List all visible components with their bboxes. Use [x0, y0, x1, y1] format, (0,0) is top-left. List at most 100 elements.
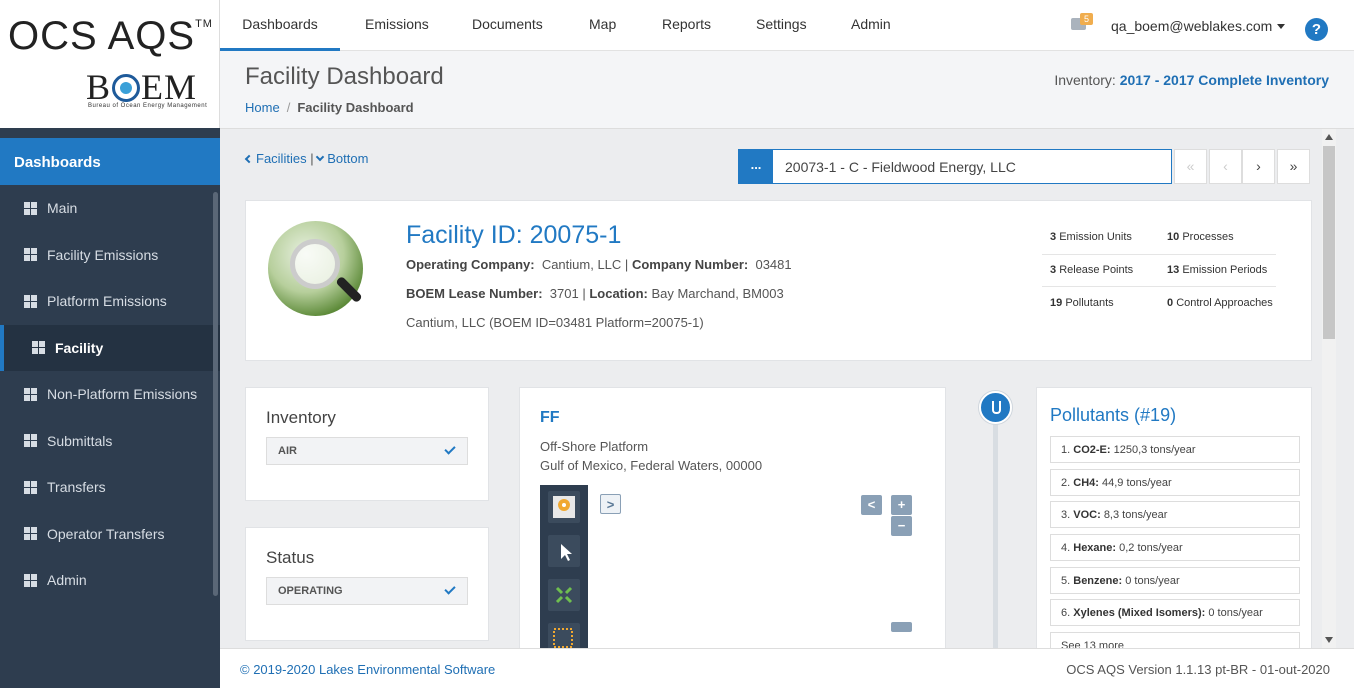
sidebar-item-submittals[interactable]: Submittals	[0, 418, 220, 465]
stat-emission-units[interactable]: 3 Emission Units	[1042, 231, 1159, 243]
scroll-down-arrow-icon[interactable]	[1325, 637, 1333, 643]
scrollbar-thumb[interactable]	[1323, 146, 1335, 339]
inventory-air-option[interactable]: AIR	[266, 437, 468, 465]
status-title: Status	[266, 548, 315, 567]
pollutant-item[interactable]: 2. CH4: 44,9 tons/year	[1050, 469, 1300, 496]
pollutant-item[interactable]: 5. Benzene: 0 tons/year	[1050, 567, 1300, 594]
platform-location: Gulf of Mexico, Federal Waters, 00000	[540, 458, 763, 473]
breadcrumb-current: Facility Dashboard	[297, 100, 414, 115]
pollutant-item[interactable]: 3. VOC: 8,3 tons/year	[1050, 501, 1300, 528]
sidebar: Dashboards Main Facility Emissions Platf…	[0, 128, 220, 688]
facility-description: Cantium, LLC (BOEM ID=03481 Platform=200…	[406, 315, 704, 330]
logo-ocs-aqs: OCS AQSTM	[8, 14, 213, 58]
pollutant-item[interactable]: 4. Hexane: 0,2 tons/year	[1050, 534, 1300, 561]
tab-map[interactable]: Map	[589, 0, 616, 51]
stat-release-points[interactable]: 3 Release Points	[1042, 264, 1159, 276]
inventory-indicator: Inventory: 2017 - 2017 Complete Inventor…	[1054, 72, 1329, 88]
facility-stats: 3 Emission Units 10 Processes 3 Release …	[1042, 221, 1276, 319]
caret-down-icon	[1277, 24, 1286, 29]
sidebar-header[interactable]: Dashboards	[0, 138, 220, 185]
sidebar-item-facility-emissions[interactable]: Facility Emissions	[0, 232, 220, 279]
logo: OCS AQSTM B EM Bureau of Ocean Energy Man…	[0, 0, 220, 128]
inventory-link[interactable]: 2017 - 2017 Complete Inventory	[1120, 72, 1329, 88]
bottom-link[interactable]: Bottom	[315, 151, 368, 166]
pollutant-item[interactable]: 1. CO2-E: 1250,3 tons/year	[1050, 436, 1300, 463]
previous-page-button[interactable]: ‹	[1209, 149, 1242, 184]
platform-name[interactable]: FF	[540, 409, 560, 427]
see-more-pollutants[interactable]: See 13 more	[1050, 632, 1300, 648]
scroll-up-arrow-icon[interactable]	[1325, 134, 1333, 140]
inventory-card: Inventory AIR	[245, 387, 489, 501]
help-icon[interactable]: ?	[1305, 18, 1328, 41]
timeline-line	[993, 424, 998, 648]
logo-subtitle: Bureau of Ocean Energy Management	[88, 103, 208, 109]
tab-dashboards[interactable]: Dashboards	[220, 0, 340, 51]
grid-icon	[32, 341, 45, 355]
last-page-button[interactable]: »	[1277, 149, 1310, 184]
tab-reports[interactable]: Reports	[662, 0, 711, 51]
tab-emissions[interactable]: Emissions	[365, 0, 429, 51]
pointer-select-icon[interactable]	[548, 535, 580, 567]
grid-icon	[24, 527, 37, 541]
chevron-down-icon	[315, 152, 325, 162]
grid-icon	[24, 248, 37, 262]
logo-boem: B EM	[86, 67, 198, 107]
chevron-left-icon	[244, 154, 254, 164]
sidebar-item-transfers[interactable]: Transfers	[0, 464, 220, 511]
operating-company-row: Operating Company: Cantium, LLC | Compan…	[406, 257, 792, 272]
breadcrumb: Home / Facility Dashboard	[245, 100, 414, 115]
tab-admin[interactable]: Admin	[851, 0, 891, 51]
back-links: Facilities | Bottom	[244, 151, 368, 166]
status-card: Status OPERATING	[245, 527, 489, 641]
flask-icon[interactable]	[979, 391, 1012, 424]
top-navigation: Dashboards Emissions Documents Map Repor…	[220, 0, 1354, 51]
tab-settings[interactable]: Settings	[756, 0, 807, 51]
content-scrollbar[interactable]	[1322, 129, 1336, 648]
status-operating-option[interactable]: OPERATING	[266, 577, 468, 605]
stat-processes[interactable]: 10 Processes	[1159, 231, 1276, 243]
page-header: Facility Dashboard Home / Facility Dashboa…	[220, 51, 1354, 129]
next-page-button[interactable]: ›	[1242, 149, 1275, 184]
facilities-link[interactable]: Facilities	[244, 151, 307, 166]
sidebar-item-main[interactable]: Main	[0, 185, 220, 232]
grid-icon	[24, 480, 37, 494]
zoom-in-button[interactable]: +	[891, 495, 912, 515]
select-area-icon[interactable]	[548, 623, 580, 648]
platform-type: Off-Shore Platform	[540, 439, 649, 454]
zoom-out-button[interactable]: −	[891, 516, 912, 536]
grid-icon	[24, 294, 37, 308]
sidebar-item-operator-transfers[interactable]: Operator Transfers	[0, 511, 220, 558]
first-page-button[interactable]: «	[1174, 149, 1207, 184]
stat-emission-periods[interactable]: 13 Emission Periods	[1159, 264, 1276, 276]
facility-selector[interactable]: ... 20073-1 - C - Fieldwood Energy, LLC	[738, 149, 1172, 184]
stat-control-approaches[interactable]: 0 Control Approaches	[1159, 297, 1276, 309]
tab-documents[interactable]: Documents	[472, 0, 543, 51]
expand-panel-button[interactable]: >	[600, 494, 621, 514]
collapse-panel-button[interactable]: <	[861, 495, 882, 515]
main-content: Facilities | Bottom ... 20073-1 - C - Fi…	[220, 129, 1354, 648]
version-info: OCS AQS Version 1.1.13 pt-BR - 01-out-20…	[1066, 662, 1330, 677]
map-scale-handle[interactable]	[891, 622, 912, 632]
facility-selector-value: 20073-1 - C - Fieldwood Energy, LLC	[785, 159, 1016, 175]
pollutants-title: Pollutants (#19)	[1050, 405, 1177, 425]
facility-picker-button[interactable]: ...	[739, 150, 773, 183]
sidebar-item-non-platform-emissions[interactable]: Non-Platform Emissions	[0, 371, 220, 418]
sidebar-scrollbar[interactable]	[213, 192, 218, 596]
sidebar-item-platform-emissions[interactable]: Platform Emissions	[0, 278, 220, 325]
grid-icon	[24, 387, 37, 401]
lease-row: BOEM Lease Number: 3701 | Location: Bay …	[406, 286, 784, 301]
map-toolbar	[540, 485, 588, 648]
sidebar-item-admin[interactable]: Admin	[0, 557, 220, 604]
footer: © 2019-2020 Lakes Environmental Software…	[220, 648, 1354, 688]
user-menu[interactable]: qa_boem@weblakes.com	[1111, 18, 1286, 34]
sidebar-item-facility[interactable]: Facility	[0, 324, 220, 371]
stat-pollutants[interactable]: 19 Pollutants	[1042, 297, 1159, 309]
facility-summary-card: Facility ID: 20075-1 Operating Company: …	[245, 200, 1312, 361]
page-title: Facility Dashboard	[245, 63, 444, 90]
map-marker-icon[interactable]	[548, 491, 580, 523]
fit-extent-icon[interactable]	[548, 579, 580, 611]
check-icon	[444, 443, 456, 455]
copyright-link[interactable]: © 2019-2020 Lakes Environmental Software	[240, 662, 495, 677]
breadcrumb-home[interactable]: Home	[245, 100, 280, 115]
pollutant-item[interactable]: 6. Xylenes (Mixed Isomers): 0 tons/year	[1050, 599, 1300, 626]
